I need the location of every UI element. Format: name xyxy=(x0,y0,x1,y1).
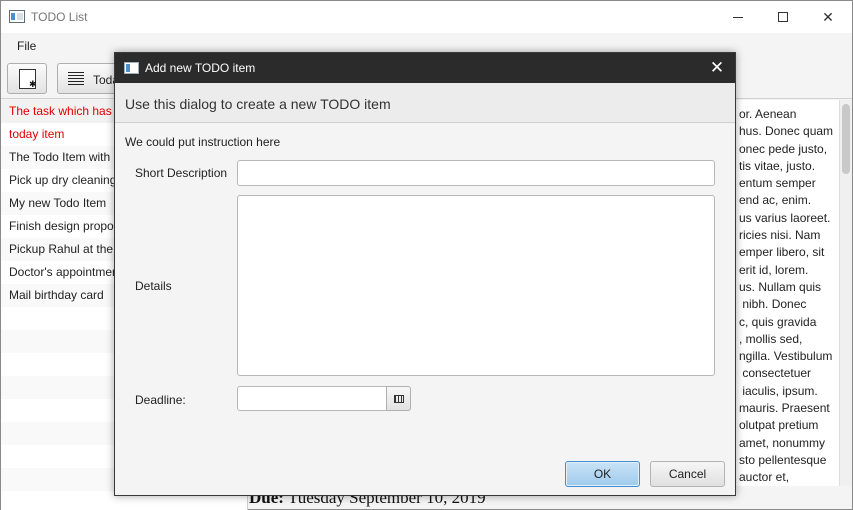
details-line: ngilla. Vestibulum xyxy=(739,349,833,364)
app-window-icon xyxy=(9,10,25,23)
today-items-toggle[interactable]: Today's Items xyxy=(57,63,119,94)
details-line: tis vitae, justo. xyxy=(739,158,816,173)
details-line: or. Aenean xyxy=(739,107,797,121)
ok-button[interactable]: OK xyxy=(565,461,640,487)
short-description-input[interactable] xyxy=(237,160,715,186)
minimize-icon xyxy=(733,16,743,18)
new-item-button[interactable] xyxy=(7,63,47,94)
date-picker-button[interactable] xyxy=(386,386,411,411)
list-lines-icon xyxy=(68,72,84,86)
dialog-title: Add new TODO item xyxy=(145,61,256,75)
details-line: , mollis sed, xyxy=(739,331,803,346)
details-line: erit id, lorem. xyxy=(739,262,809,277)
details-line: consectetuer xyxy=(739,366,812,381)
menu-file[interactable]: File xyxy=(17,39,36,53)
deadline-date-input[interactable] xyxy=(237,386,387,411)
dialog-header-text: Use this dialog to create a new TODO ite… xyxy=(125,96,391,112)
close-icon: ✕ xyxy=(822,8,834,25)
dialog-window-icon xyxy=(124,62,139,74)
details-line: emper libero, sit xyxy=(739,245,825,260)
details-line: olutpat pretium xyxy=(739,418,819,433)
details-line: amet, nonummy xyxy=(739,435,826,450)
dialog-close-button[interactable]: ✕ xyxy=(705,57,729,79)
details-body-text: or. Aenean hus. Donec quam onec pede justo… xyxy=(739,106,841,486)
details-scrollbar[interactable] xyxy=(839,100,852,486)
details-line: end ac, enim. xyxy=(739,193,812,208)
close-window-button[interactable]: ✕ xyxy=(805,1,851,33)
cancel-button[interactable]: Cancel xyxy=(650,461,725,487)
details-label: Details xyxy=(135,279,172,293)
window-titlebar: TODO List ✕ xyxy=(1,1,852,33)
details-line: c, quis gravida xyxy=(739,314,817,329)
details-textarea[interactable] xyxy=(237,195,715,376)
deadline-label: Deadline: xyxy=(135,393,186,407)
maximize-icon xyxy=(778,12,788,22)
details-line: mauris. Praesent xyxy=(739,401,830,416)
details-line: sto pellentesque xyxy=(739,452,827,467)
dialog-titlebar: Add new TODO item ✕ xyxy=(115,53,735,83)
details-line: iaculis, ipsum. xyxy=(739,383,818,398)
minimize-button[interactable] xyxy=(715,1,761,33)
details-line: us varius laoreet. xyxy=(739,210,831,225)
details-line: ricies nisi. Nam xyxy=(739,228,821,243)
new-document-icon xyxy=(19,69,37,90)
details-line: nibh. Donec xyxy=(739,297,807,312)
maximize-button[interactable] xyxy=(760,1,806,33)
details-line: auctor et, xyxy=(739,470,790,485)
details-line: hus. Donec quam xyxy=(739,124,834,139)
close-icon: ✕ xyxy=(709,58,725,77)
instruction-text: We could put instruction here xyxy=(125,135,281,149)
dialog-header: Use this dialog to create a new TODO ite… xyxy=(115,83,735,123)
short-description-label: Short Description xyxy=(135,166,228,180)
details-line: onec pede justo, xyxy=(739,141,828,156)
scrollbar-thumb[interactable] xyxy=(842,104,850,174)
calendar-icon xyxy=(394,395,404,403)
details-line: us. Nullam quis xyxy=(739,279,822,294)
window-title: TODO List xyxy=(31,10,88,24)
details-line: entum semper xyxy=(739,176,816,191)
add-todo-dialog: Add new TODO item ✕ Use this dialog to c… xyxy=(114,52,736,496)
